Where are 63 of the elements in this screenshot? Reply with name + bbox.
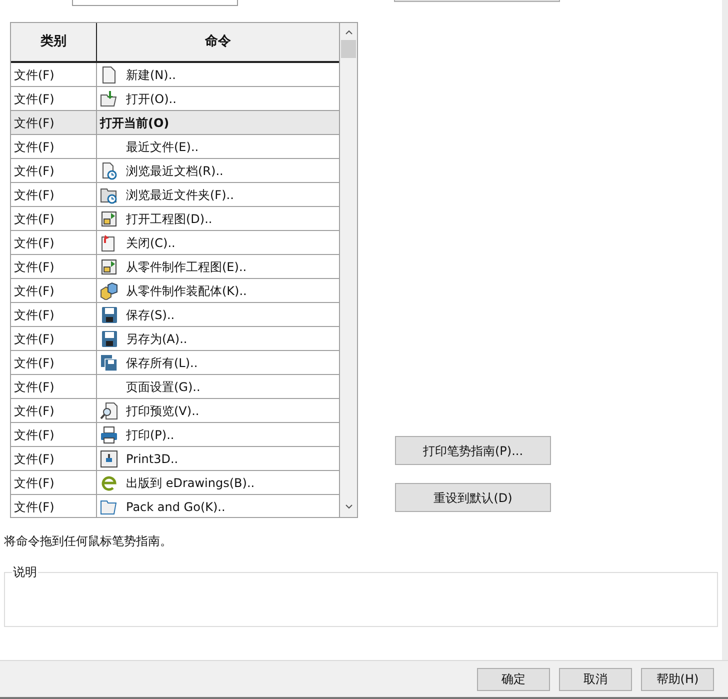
group-cell-text: 打开当前(O) [100,114,170,132]
description-label: 说明 [12,564,38,581]
side-button[interactable]: 重设到默认(D) [395,483,551,512]
category-cell-text: 文件(F) [14,450,54,468]
printer-icon [100,426,118,444]
command-cell[interactable]: 关闭(C).. [126,234,176,252]
print3d-icon [100,450,118,468]
command-cell[interactable]: 保存所有(L).. [126,354,198,372]
category-cell-text: 文件(F) [14,330,54,348]
e-logo-icon [100,474,118,492]
hint-text: 将命令拖到任何鼠标笔势指南。 [4,532,172,550]
category-cell-text: 文件(F) [14,306,54,324]
category-cell-text: 文件(F) [14,186,54,204]
category-cell-text: 文件(F) [14,258,54,276]
drawing-sheet-icon [100,258,118,276]
document-icon [100,66,118,84]
category-cell-text: 文件(F) [14,234,54,252]
floppy-disks-icon [100,354,118,372]
category-cell-text: 文件(F) [14,114,54,132]
command-cell[interactable]: 新建(N).. [126,66,176,84]
category-cell-text: 文件(F) [14,354,54,372]
command-cell[interactable]: 浏览最近文档(R).. [126,162,224,180]
dialog-button[interactable]: 帮助(H) [641,668,714,690]
column-header[interactable]: 命令 [97,23,340,61]
folder-icon [100,498,118,516]
scrollbar[interactable] [339,23,357,517]
scroll-thumb[interactable] [341,40,356,58]
folder-clock-icon [100,186,118,204]
dialog-button[interactable]: 确定 [477,668,550,690]
category-cell-text: 文件(F) [14,66,54,84]
drawing-sheet-icon [100,210,118,228]
category-cell-text: 文件(F) [14,210,54,228]
category-cell-text: 文件(F) [14,90,54,108]
command-cell[interactable]: 浏览最近文件夹(F).. [126,186,234,204]
command-cell[interactable]: 打开工程图(D).. [126,210,212,228]
category-cell-text: 文件(F) [14,378,54,396]
category-cell-text: 文件(F) [14,282,54,300]
command-cell[interactable]: 最近文件(E).. [126,138,199,156]
category-cell-text: 文件(F) [14,162,54,180]
command-cell[interactable]: 另存为(A).. [126,330,188,348]
command-cell[interactable]: Print3D.. [126,450,178,468]
command-cell[interactable]: 页面设置(G).. [126,378,200,396]
folder-icon [100,90,118,108]
column-header[interactable]: 类别 [11,23,97,61]
command-cell[interactable]: 从零件制作装配体(K).. [126,282,247,300]
command-cell[interactable]: 出版到 eDrawings(B).. [126,474,255,492]
document-clock-icon [100,162,118,180]
dialog-button[interactable]: 取消 [559,668,632,690]
magnifier-icon [100,402,118,420]
category-cell-text: 文件(F) [14,138,54,156]
category-cell-text: 文件(F) [14,474,54,492]
command-cell[interactable]: Pack and Go(K).. [126,498,226,516]
command-cell[interactable]: 打印(P).. [126,426,174,444]
dropdown-field[interactable] [72,0,238,6]
command-cell[interactable]: 从零件制作工程图(E).. [126,258,247,276]
side-button[interactable]: 打印笔势指南(P)... [395,436,551,465]
category-cell-text: 文件(F) [14,402,54,420]
command-cell[interactable]: 保存(S).. [126,306,175,324]
cube-icon [100,282,118,300]
category-cell-text: 文件(F) [14,498,54,516]
command-cell[interactable]: 打开(O).. [126,90,176,108]
command-cell[interactable]: 打印预览(V).. [126,402,200,420]
category-cell-text: 文件(F) [14,426,54,444]
